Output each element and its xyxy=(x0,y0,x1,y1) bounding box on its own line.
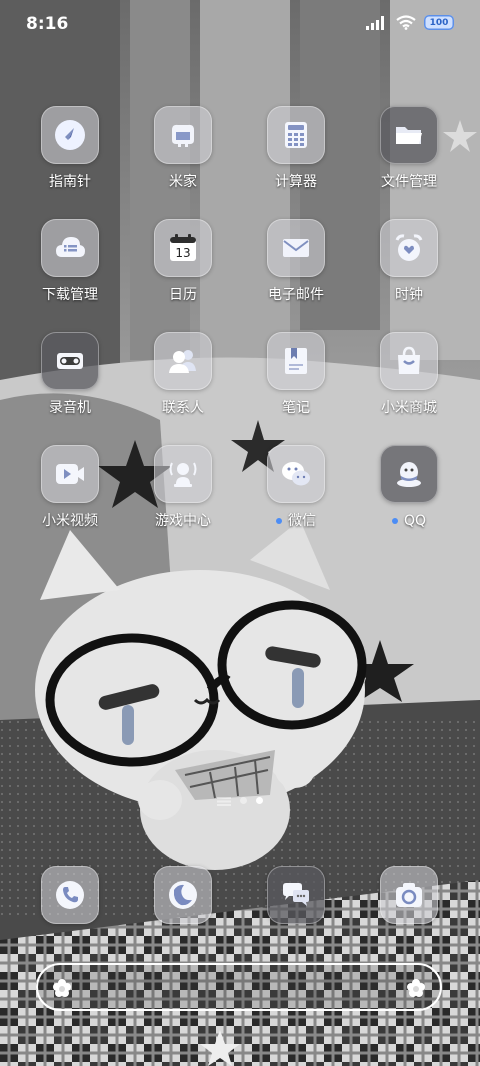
dock-camera[interactable] xyxy=(353,866,465,924)
app-label: 录音机 xyxy=(49,400,91,416)
page-indicator-menu-icon xyxy=(217,797,231,806)
app-clock[interactable]: 时钟 xyxy=(353,219,465,304)
app-label-text: 微信 xyxy=(288,513,316,529)
calculator-icon xyxy=(285,122,307,148)
new-install-dot xyxy=(276,518,282,524)
calendar-date: 13 xyxy=(175,246,190,260)
phone-icon xyxy=(56,881,84,909)
app-wechat[interactable]: 微信 xyxy=(240,445,352,530)
app-recorder[interactable]: 录音机 xyxy=(14,332,126,417)
app-label: 联系人 xyxy=(162,400,204,416)
new-install-dot xyxy=(391,518,398,524)
mail-icon xyxy=(283,239,309,257)
app-label: 小米视频 xyxy=(42,513,98,529)
shopping-bag-icon xyxy=(398,346,420,374)
wifi-icon xyxy=(396,15,416,30)
battery-icon: 100 xyxy=(424,15,454,30)
messages-icon xyxy=(283,883,309,906)
page-dot-active[interactable] xyxy=(256,797,263,804)
app-calendar[interactable]: 13 日历 xyxy=(127,219,239,304)
camera-icon xyxy=(396,883,422,907)
dock-messages[interactable] xyxy=(240,866,352,924)
app-label: 电子邮件 xyxy=(268,287,324,303)
app-label: 时钟 xyxy=(395,287,423,303)
signal-icon xyxy=(366,15,384,30)
app-label: 米家 xyxy=(169,174,197,190)
video-icon xyxy=(56,464,84,484)
app-label: 小米商城 xyxy=(381,400,437,416)
page-indicator[interactable] xyxy=(0,797,480,806)
app-calculator[interactable]: 计算器 xyxy=(240,106,352,191)
status-bar: 8:16 100 xyxy=(0,0,480,50)
app-mi-store[interactable]: 小米商城 xyxy=(353,332,465,417)
notes-icon xyxy=(285,348,307,374)
app-label: 下载管理 xyxy=(42,287,98,303)
flower-icon[interactable] xyxy=(406,978,426,998)
compass-icon xyxy=(55,120,85,150)
status-time: 8:16 xyxy=(26,14,69,34)
app-game-center[interactable]: 游戏中心 xyxy=(127,445,239,530)
game-center-icon xyxy=(169,462,197,487)
app-notes[interactable]: 笔记 xyxy=(240,332,352,417)
app-mi-video[interactable]: 小米视频 xyxy=(14,445,126,530)
mijia-icon xyxy=(172,124,194,147)
app-qq[interactable]: QQ xyxy=(353,445,465,530)
alarm-clock-icon xyxy=(395,234,423,261)
app-label: 游戏中心 xyxy=(155,513,211,529)
wechat-icon xyxy=(282,462,310,486)
app-label: 文件管理 xyxy=(381,174,437,190)
recorder-icon xyxy=(57,353,83,369)
page-dot[interactable] xyxy=(240,797,247,804)
app-label: 笔记 xyxy=(282,400,310,416)
app-label: 计算器 xyxy=(275,174,317,190)
calendar-icon: 13 xyxy=(170,234,196,261)
app-email[interactable]: 电子邮件 xyxy=(240,219,352,304)
app-downloads[interactable]: 下载管理 xyxy=(14,219,126,304)
app-label: QQ xyxy=(391,512,427,530)
app-label: 指南针 xyxy=(49,174,91,190)
app-mijia[interactable]: 米家 xyxy=(127,106,239,191)
app-compass[interactable]: 指南针 xyxy=(14,106,126,191)
qq-icon xyxy=(397,462,421,487)
download-cloud-icon xyxy=(56,237,85,257)
assistant-flower-icon[interactable] xyxy=(52,978,72,998)
app-files[interactable]: 文件管理 xyxy=(353,106,465,191)
app-label: 微信 xyxy=(276,512,316,530)
dock-browser[interactable] xyxy=(127,866,239,924)
browser-icon xyxy=(169,881,197,909)
search-bar[interactable] xyxy=(36,963,442,1011)
contacts-icon xyxy=(169,350,196,373)
app-label-text: QQ xyxy=(403,513,427,529)
folder-icon xyxy=(396,127,422,144)
app-contacts[interactable]: 联系人 xyxy=(127,332,239,417)
app-label: 日历 xyxy=(169,287,197,303)
dock-phone[interactable] xyxy=(14,866,126,924)
status-icons: 100 xyxy=(366,15,454,30)
